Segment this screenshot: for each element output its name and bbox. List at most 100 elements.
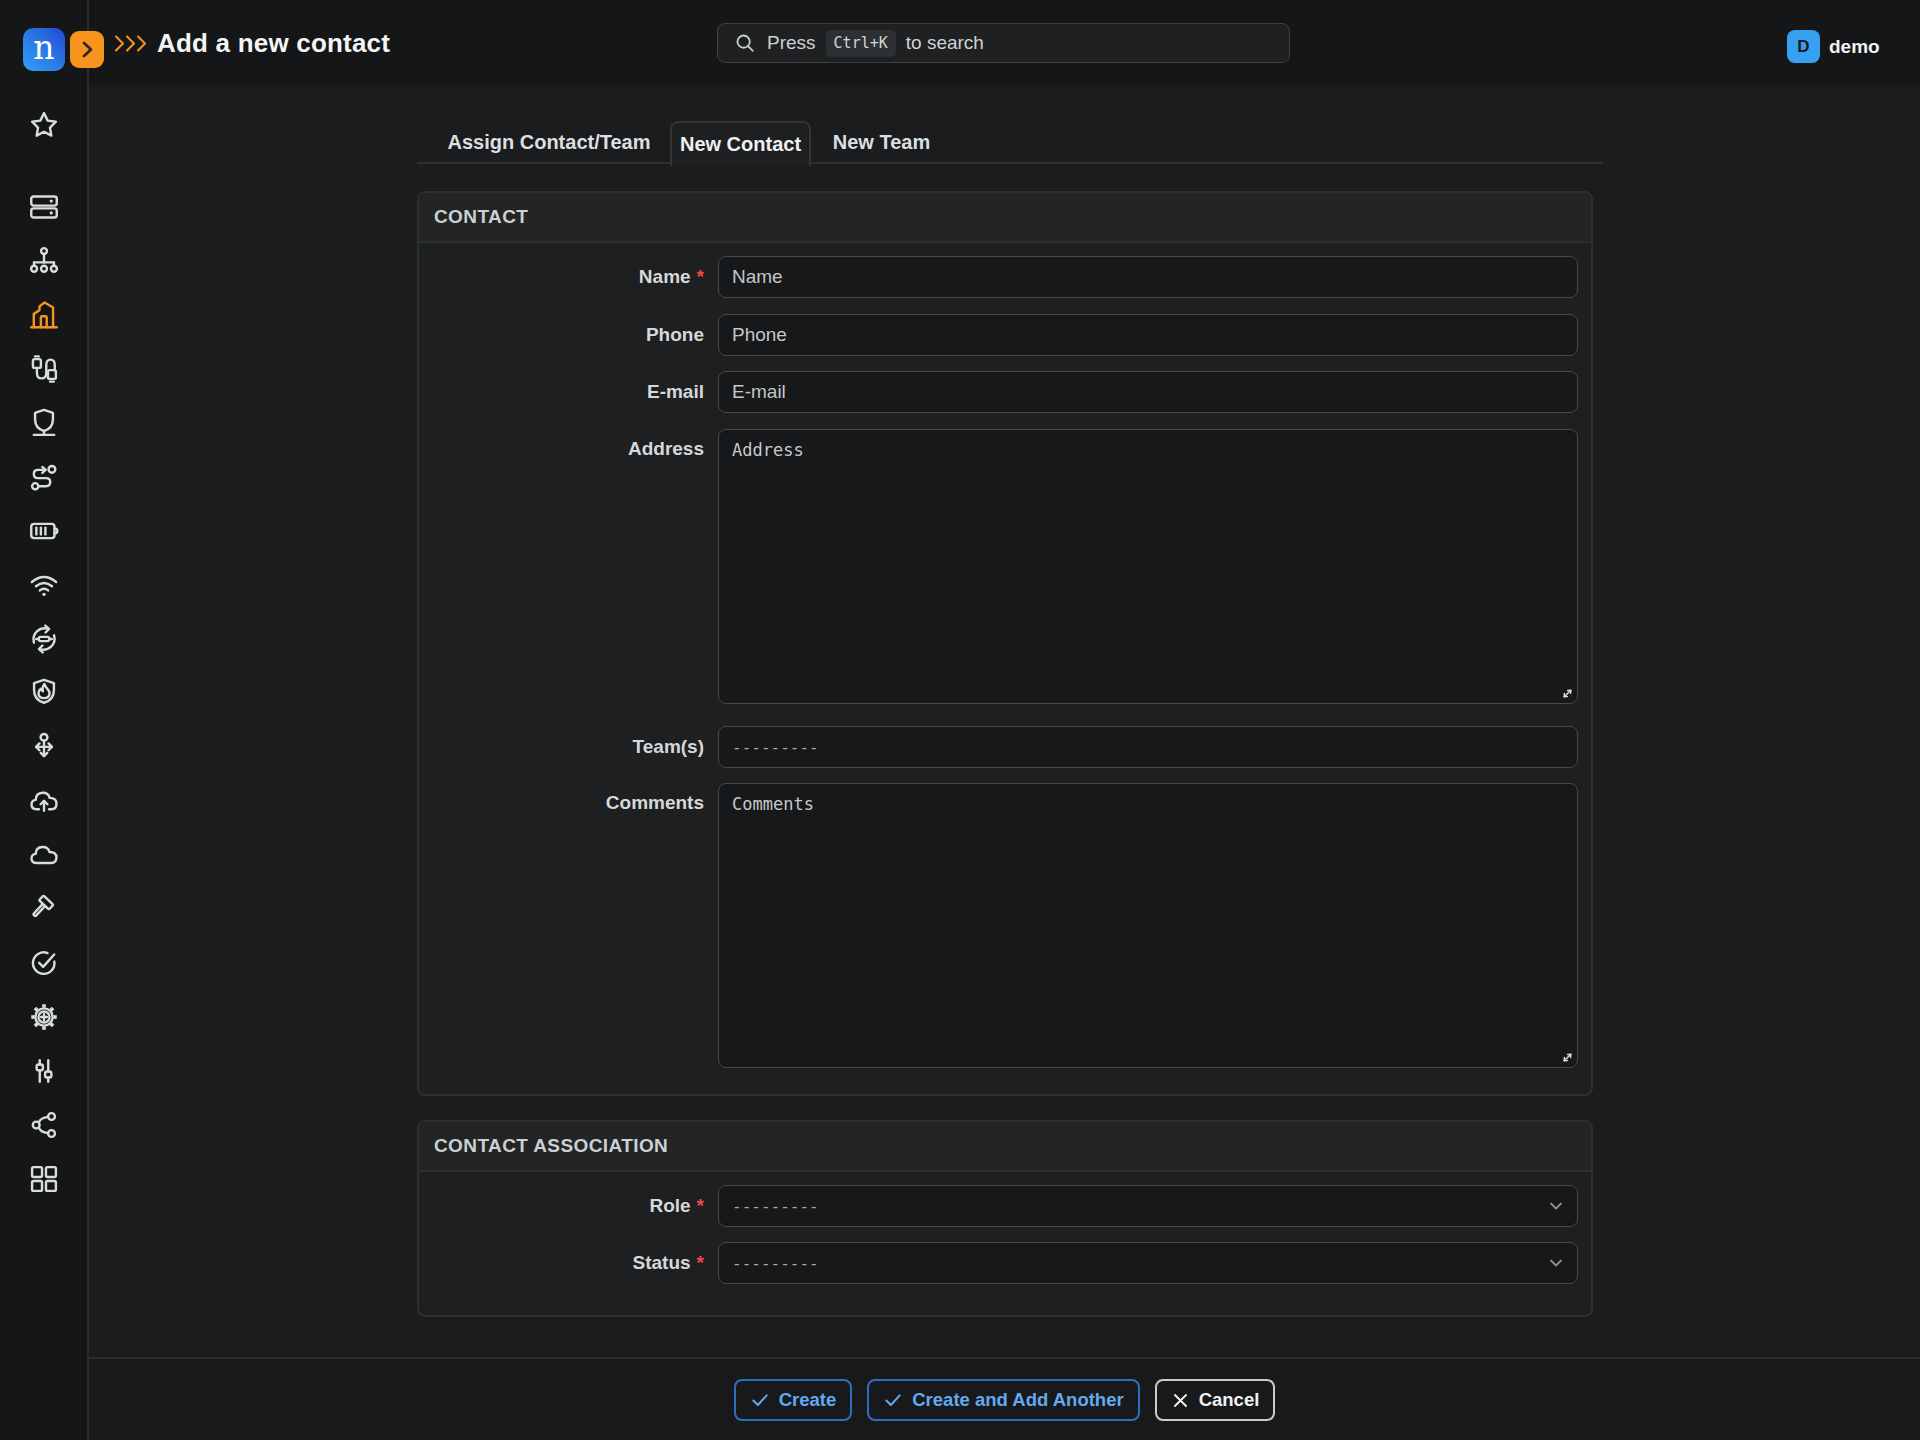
star-icon xyxy=(27,108,61,142)
check-circle-icon xyxy=(27,946,61,980)
sidebar-item-cabling[interactable] xyxy=(0,342,87,396)
app-logo[interactable]: n xyxy=(23,28,65,71)
address-label: Address xyxy=(434,438,704,460)
grid-icon xyxy=(27,1162,61,1196)
sync-icon xyxy=(27,622,61,656)
role-select-value: --------- xyxy=(732,1197,819,1216)
field-row-email: E-mail xyxy=(434,371,1576,413)
sidebar-item-extensibility[interactable] xyxy=(0,990,87,1044)
sidebar-item-validation[interactable] xyxy=(0,936,87,990)
building-icon xyxy=(27,298,61,332)
contact-association-panel-title: CONTACT ASSOCIATION xyxy=(419,1122,1591,1172)
field-row-teams: Team(s) --------- xyxy=(434,726,1576,768)
teams-select-value: --------- xyxy=(732,738,819,757)
role-select[interactable]: --------- xyxy=(718,1185,1578,1227)
shield-flame-icon xyxy=(27,676,61,710)
avatar-initial: D xyxy=(1797,37,1809,57)
sidebar-divider xyxy=(87,0,89,1440)
sidebar-nav xyxy=(0,98,87,1206)
name-field[interactable] xyxy=(718,256,1578,298)
field-row-name: Name * xyxy=(434,256,1576,298)
breadcrumb-arrows-icon xyxy=(114,35,151,56)
chevron-down-icon xyxy=(1546,1196,1566,1216)
field-row-phone: Phone xyxy=(434,314,1576,356)
username: demo xyxy=(1829,36,1880,58)
sidebar-item-integrations[interactable] xyxy=(0,1098,87,1152)
teams-select[interactable]: --------- xyxy=(718,726,1578,768)
address-field[interactable] xyxy=(718,429,1578,704)
check-icon xyxy=(883,1390,903,1410)
sliders-icon xyxy=(27,1054,61,1088)
field-row-address: Address xyxy=(434,429,1576,708)
server-icon xyxy=(27,190,61,224)
tab-new-contact[interactable]: New Contact xyxy=(670,121,811,166)
page-title: Add a new contact xyxy=(157,28,390,59)
tab-label: New Team xyxy=(833,131,930,154)
user-menu[interactable]: D demo xyxy=(1787,30,1880,63)
panel-title-text: CONTACT ASSOCIATION xyxy=(434,1135,668,1157)
email-label: E-mail xyxy=(434,381,704,403)
form-footer: Create Create and Add Another Cancel xyxy=(89,1357,1920,1440)
sidebar-item-firewall[interactable] xyxy=(0,666,87,720)
hammer-icon xyxy=(27,892,61,926)
comments-field[interactable] xyxy=(718,783,1578,1068)
close-icon xyxy=(1171,1391,1190,1410)
gear-plus-icon xyxy=(27,1000,61,1034)
search-icon xyxy=(734,32,756,54)
label-text: Status xyxy=(633,1252,691,1273)
sidebar-item-inventory[interactable] xyxy=(0,180,87,234)
sidebar-item-network-security[interactable] xyxy=(0,396,87,450)
main-content: Assign Contact/Team New Contact New Team… xyxy=(89,85,1920,1357)
sidebar-item-apps[interactable] xyxy=(0,1152,87,1206)
cloud-icon xyxy=(27,838,61,872)
tab-new-team[interactable]: New Team xyxy=(825,121,938,164)
sidebar-item-tenancy[interactable] xyxy=(0,234,87,288)
sidebar-item-wireless[interactable] xyxy=(0,558,87,612)
sidebar-item-circuits[interactable] xyxy=(0,450,87,504)
sidebar-item-favorites[interactable] xyxy=(0,98,87,152)
search-input[interactable]: Press Ctrl+K to search xyxy=(717,23,1290,63)
status-select-value: --------- xyxy=(732,1254,819,1273)
chevron-down-icon xyxy=(1546,1253,1566,1273)
status-select[interactable]: --------- xyxy=(718,1242,1578,1284)
search-placeholder-prefix: Press xyxy=(767,32,816,54)
cable-icon xyxy=(27,352,61,386)
sidebar-item-power[interactable] xyxy=(0,504,87,558)
route-icon xyxy=(27,460,61,494)
sidebar-item-jobs[interactable] xyxy=(0,882,87,936)
share-icon xyxy=(27,1108,61,1142)
cancel-button[interactable]: Cancel xyxy=(1155,1379,1276,1421)
name-label: Name * xyxy=(434,266,704,288)
required-marker: * xyxy=(697,266,704,287)
required-marker: * xyxy=(697,1195,704,1216)
phone-field[interactable] xyxy=(718,314,1578,356)
tab-assign-contact-team[interactable]: Assign Contact/Team xyxy=(442,121,656,164)
sidebar-item-load-balancing[interactable] xyxy=(0,720,87,774)
teams-label: Team(s) xyxy=(434,736,704,758)
tab-label: Assign Contact/Team xyxy=(448,131,651,154)
cloud-upload-icon xyxy=(27,784,61,818)
label-text: Name xyxy=(639,266,691,287)
sidebar-item-data-sync[interactable] xyxy=(0,612,87,666)
search-kbd-shortcut: Ctrl+K xyxy=(826,30,896,57)
field-row-role: Role* --------- xyxy=(434,1185,1576,1227)
create-button[interactable]: Create xyxy=(734,1379,853,1421)
contact-panel-title: CONTACT xyxy=(419,193,1591,243)
chevron-right-icon xyxy=(81,40,94,59)
app-logo-letter: n xyxy=(33,31,54,64)
contact-panel: CONTACT Name * Phone E-mail xyxy=(417,191,1593,1096)
check-icon xyxy=(750,1390,770,1410)
sidebar-item-cloud[interactable] xyxy=(0,828,87,882)
tab-label: New Contact xyxy=(680,133,801,156)
sidebar-item-organization[interactable] xyxy=(0,288,87,342)
sidebar-item-cloud-upload[interactable] xyxy=(0,774,87,828)
button-label: Create xyxy=(779,1389,837,1411)
button-label: Create and Add Another xyxy=(912,1389,1123,1411)
avatar: D xyxy=(1787,30,1820,63)
create-and-add-another-button[interactable]: Create and Add Another xyxy=(867,1379,1139,1421)
sidebar-expand-button[interactable] xyxy=(70,31,104,68)
search-placeholder-suffix: to search xyxy=(906,32,984,54)
email-field[interactable] xyxy=(718,371,1578,413)
comments-label: Comments xyxy=(434,792,704,814)
sidebar-item-filters[interactable] xyxy=(0,1044,87,1098)
